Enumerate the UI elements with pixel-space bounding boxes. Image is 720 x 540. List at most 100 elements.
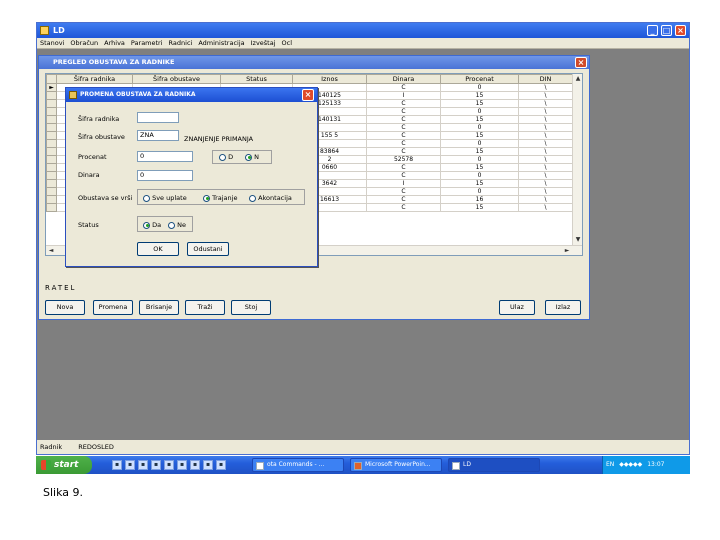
menu-item-radnici[interactable]: Radnici	[166, 38, 196, 49]
menu-item-parametri[interactable]: Parametri	[128, 38, 166, 49]
table-cell[interactable]: \	[518, 131, 573, 140]
row-selector[interactable]	[46, 147, 57, 156]
row-selector[interactable]	[46, 179, 57, 188]
procenat-field[interactable]: 0	[137, 151, 193, 162]
table-cell[interactable]: \	[518, 155, 573, 164]
row-selector[interactable]	[46, 115, 57, 124]
column-header[interactable]: Status	[220, 74, 293, 84]
app-titlebar[interactable]: LD _ □ ×	[37, 23, 689, 38]
column-header[interactable]: Šifra radnika	[56, 74, 133, 84]
table-cell[interactable]: 15	[440, 203, 519, 212]
row-selector[interactable]	[46, 195, 57, 204]
table-cell[interactable]: 0	[440, 187, 519, 196]
table-cell[interactable]: 15	[440, 131, 519, 140]
dinara-field[interactable]: 0	[137, 170, 193, 181]
menu-item-administracija[interactable]: Administracija	[195, 38, 247, 49]
table-cell[interactable]: 15	[440, 163, 519, 172]
table-cell[interactable]: C	[366, 115, 441, 124]
taskbar-task-powerpoint[interactable]: Microsoft PowerPoin...	[350, 458, 442, 472]
table-cell[interactable]: \	[518, 163, 573, 172]
tray-icons[interactable]: ◆◆◆◆◆	[619, 461, 642, 468]
row-selector[interactable]	[46, 139, 57, 148]
quicklaunch-icon[interactable]: ▪	[190, 460, 200, 470]
table-cell[interactable]: 0	[440, 83, 519, 92]
column-header[interactable]: Šifra obustave	[132, 74, 221, 84]
table-cell[interactable]: C	[366, 131, 441, 140]
table-cell[interactable]: C	[366, 203, 441, 212]
scroll-left-icon[interactable]: ◄	[46, 246, 56, 255]
quicklaunch-icon[interactable]: ▪	[138, 460, 148, 470]
table-cell[interactable]: 15	[440, 147, 519, 156]
table-cell[interactable]: C	[366, 107, 441, 116]
option-akontacija[interactable]: Akontacija	[249, 194, 292, 202]
table-cell[interactable]: 52578	[366, 155, 441, 164]
table-cell[interactable]: 0	[440, 107, 519, 116]
table-cell[interactable]: C	[366, 187, 441, 196]
dialog-titlebar[interactable]: PROMENA OBUSTAVA ZA RADNIKA ×	[66, 88, 317, 102]
table-cell[interactable]: 15	[440, 99, 519, 108]
row-selector[interactable]	[46, 131, 57, 140]
ok-button[interactable]: OK	[137, 242, 179, 256]
radio-trajanje[interactable]	[203, 194, 210, 202]
taskbar-task-commands[interactable]: ota Commands - ...	[252, 458, 344, 472]
scroll-right-icon[interactable]: ►	[562, 246, 572, 255]
language-indicator[interactable]: EN	[606, 461, 614, 468]
menu-item-izvestaj[interactable]: Izveštaj	[248, 38, 279, 49]
row-selector[interactable]	[46, 99, 57, 108]
ulaz-button[interactable]: Ulaz	[499, 300, 535, 315]
radio-sve-uplate[interactable]	[143, 194, 150, 202]
menu-item-obracun[interactable]: Obračun	[67, 38, 101, 49]
row-selector[interactable]: ►	[46, 83, 57, 92]
table-cell[interactable]: \	[518, 203, 573, 212]
table-cell[interactable]: 0	[440, 171, 519, 180]
table-cell[interactable]: C	[366, 171, 441, 180]
start-button[interactable]: start	[36, 456, 92, 474]
option-ne[interactable]: Ne	[168, 221, 186, 229]
nova-button[interactable]: Nova	[45, 300, 85, 315]
table-cell[interactable]: \	[518, 171, 573, 180]
table-cell[interactable]: 0	[440, 139, 519, 148]
sifra-radnika-field[interactable]	[137, 112, 179, 123]
table-cell[interactable]: \	[518, 115, 573, 124]
table-cell[interactable]: \	[518, 195, 573, 204]
quicklaunch-icon[interactable]: ▪	[203, 460, 213, 470]
vertical-scrollbar[interactable]: ▲ ▼	[572, 74, 582, 245]
close-icon[interactable]: ×	[675, 25, 686, 36]
column-header[interactable]: Procenat	[440, 74, 519, 84]
table-cell[interactable]: C	[366, 99, 441, 108]
quicklaunch-icon[interactable]: ▪	[164, 460, 174, 470]
pregled-titlebar[interactable]: PREGLED OBUSTAVA ZA RADNIKE ×	[39, 56, 589, 69]
trazi-button[interactable]: Traži	[185, 300, 225, 315]
table-cell[interactable]: 0	[440, 123, 519, 132]
close-icon[interactable]: ×	[575, 57, 587, 68]
scroll-down-icon[interactable]: ▼	[573, 235, 582, 245]
table-cell[interactable]: C	[366, 163, 441, 172]
menu-item-ocl[interactable]: Ocl	[279, 38, 296, 49]
row-selector[interactable]	[46, 91, 57, 100]
table-cell[interactable]: C	[366, 139, 441, 148]
column-header[interactable]: Iznos	[292, 74, 367, 84]
maximize-icon[interactable]: □	[661, 25, 672, 36]
scroll-up-icon[interactable]: ▲	[573, 74, 582, 84]
option-da[interactable]: Da	[143, 221, 161, 229]
table-cell[interactable]: \	[518, 91, 573, 100]
table-cell[interactable]: \	[518, 147, 573, 156]
table-cell[interactable]: C	[366, 195, 441, 204]
menu-item-stanovi[interactable]: Stanovi	[37, 38, 67, 49]
table-cell[interactable]: C	[366, 123, 441, 132]
table-cell[interactable]: \	[518, 107, 573, 116]
radio-d[interactable]	[219, 153, 226, 161]
sifra-obustave-field[interactable]: ZNA	[137, 130, 179, 141]
row-selector[interactable]	[46, 187, 57, 196]
quicklaunch-icon[interactable]: ▪	[216, 460, 226, 470]
quicklaunch-icon[interactable]: ▪	[112, 460, 122, 470]
row-selector[interactable]	[46, 203, 57, 212]
radio-ne[interactable]	[168, 221, 175, 229]
type-option-d[interactable]: D	[219, 153, 233, 161]
close-icon[interactable]: ×	[302, 89, 314, 101]
table-cell[interactable]: 15	[440, 115, 519, 124]
type-option-n[interactable]: N	[245, 153, 259, 161]
row-selector[interactable]	[46, 123, 57, 132]
table-cell[interactable]: 0	[440, 155, 519, 164]
table-cell[interactable]: I	[366, 91, 441, 100]
